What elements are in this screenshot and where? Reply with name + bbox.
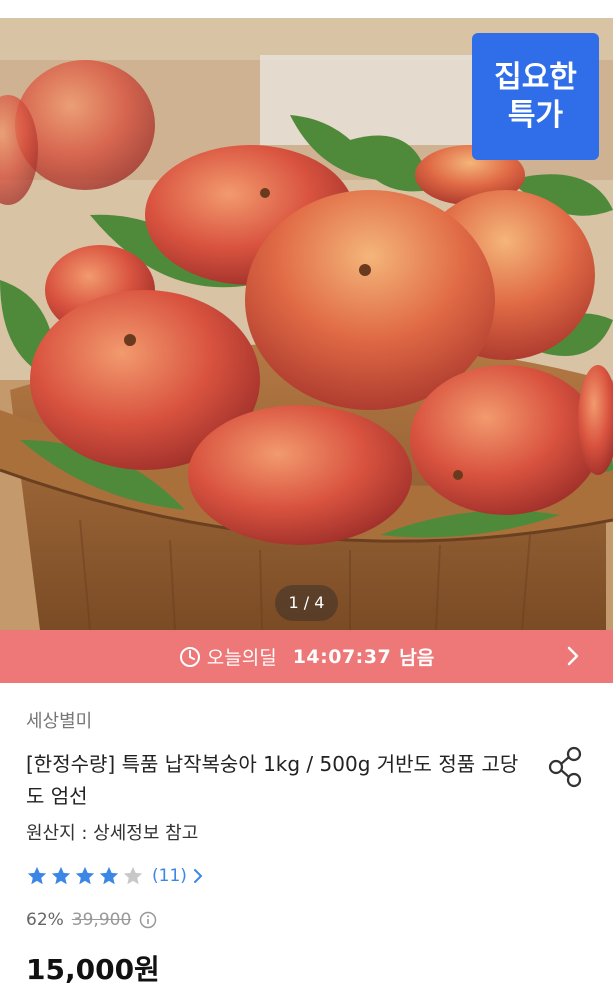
star-icon — [75, 866, 95, 885]
star-icon — [123, 866, 143, 885]
special-deal-badge: 집요한 특가 — [472, 33, 599, 160]
review-count[interactable]: (11) — [152, 866, 187, 886]
deal-remaining-label: 남음 — [399, 647, 435, 669]
star-icon — [27, 866, 47, 885]
info-icon[interactable] — [139, 911, 157, 929]
star-rating — [26, 865, 146, 887]
original-price: 39,900 — [71, 910, 132, 930]
image-pager: 1 / 4 — [275, 585, 338, 621]
discount-rate: 62% — [26, 910, 64, 930]
sale-price: 15,000원 — [26, 953, 160, 986]
discount-row: 62% 39,900 — [26, 910, 157, 930]
clock-icon — [179, 646, 200, 667]
share-icon[interactable] — [546, 745, 586, 789]
product-image[interactable]: 집요한 특가 1 / 4 — [0, 0, 613, 630]
chevron-right-icon[interactable] — [191, 868, 205, 884]
chevron-right-icon[interactable] — [561, 644, 585, 668]
product-title: [한정수량] 특품 납작복숭아 1kg / 500g 거반도 정품 고당도 엄선 — [26, 752, 519, 808]
badge-line-1: 집요한 — [494, 60, 577, 95]
badge-line-2: 특가 — [507, 98, 564, 133]
seller-name[interactable]: 세상별미 — [26, 707, 92, 733]
deal-countdown: 14:07:37 — [292, 645, 392, 668]
star-icon — [99, 866, 119, 885]
origin-info: 원산지 : 상세정보 참고 — [26, 823, 199, 844]
rating-row[interactable]: (11) — [26, 862, 205, 890]
deal-label: 오늘의딜 — [206, 647, 277, 669]
star-icon — [51, 866, 71, 885]
status-bar-strip — [0, 0, 613, 18]
todays-deal-bar[interactable]: 오늘의딜 14:07:37 남음 — [0, 630, 613, 683]
